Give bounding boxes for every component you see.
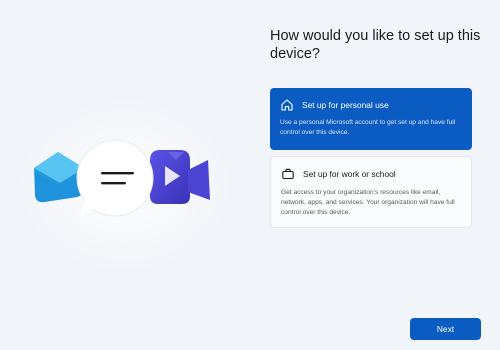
option-personal-use[interactable]: Set up for personal use Use a personal M…: [270, 88, 472, 150]
option-work-or-school[interactable]: Set up for work or school Get access to …: [270, 156, 472, 228]
page-title: How would you like to set up this device…: [270, 28, 481, 62]
option-description: Use a personal Microsoft account to get …: [280, 119, 456, 136]
illustration: [0, 0, 250, 350]
next-button[interactable]: Next: [410, 318, 481, 340]
option-title: Set up for personal use: [302, 100, 389, 110]
illustration-graphic: [15, 95, 235, 275]
option-title: Set up for work or school: [303, 169, 396, 179]
home-icon: [280, 98, 294, 112]
option-description: Get access to your organization's resour…: [281, 189, 455, 216]
briefcase-icon: [281, 167, 295, 181]
oobe-setup-screen: How would you like to set up this device…: [0, 0, 500, 350]
